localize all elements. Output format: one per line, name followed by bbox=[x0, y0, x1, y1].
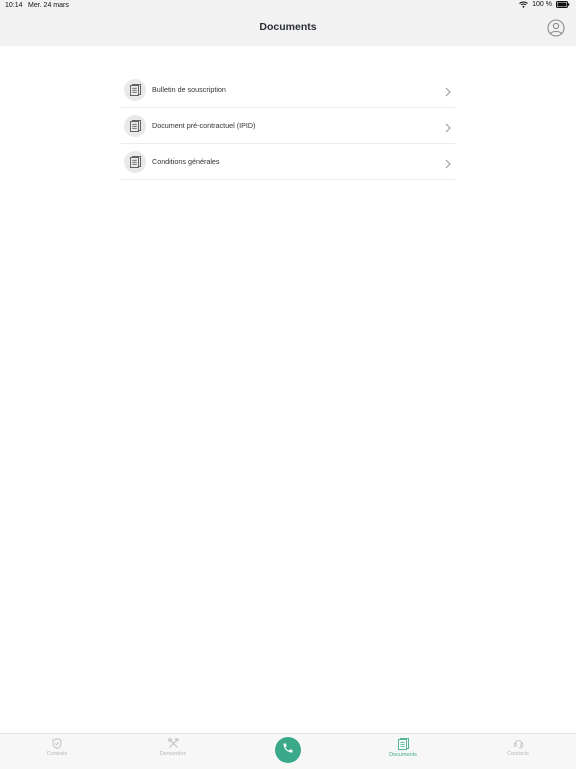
call-button[interactable] bbox=[275, 737, 301, 763]
document-icon bbox=[124, 114, 146, 137]
list-item-label: Bulletin de souscription bbox=[152, 85, 226, 94]
chevron-right-icon bbox=[445, 120, 451, 138]
tab-documents[interactable]: Documents bbox=[363, 738, 443, 758]
status-time: 10:14 bbox=[5, 2, 23, 9]
list-item[interactable]: Bulletin de souscription bbox=[121, 72, 455, 108]
tab-label: Documents bbox=[389, 752, 417, 758]
headset-icon bbox=[478, 738, 558, 749]
phone-icon bbox=[282, 741, 294, 759]
list-item-label: Document pré-contractuel (IPID) bbox=[152, 121, 256, 130]
tab-contrats[interactable]: Contrats bbox=[17, 738, 97, 757]
document-icon bbox=[124, 150, 146, 173]
tab-label: Demandes bbox=[159, 751, 187, 757]
document-icon bbox=[124, 78, 146, 101]
shield-icon bbox=[17, 738, 97, 749]
list-item-label: Conditions générales bbox=[152, 157, 220, 166]
profile-button[interactable] bbox=[547, 19, 565, 37]
document-icon bbox=[363, 738, 443, 750]
wifi-icon bbox=[519, 1, 528, 8]
chevron-right-icon bbox=[445, 156, 451, 174]
tab-label: Contrats bbox=[46, 751, 68, 757]
tab-demandes[interactable]: Demandes bbox=[133, 738, 213, 757]
user-icon bbox=[547, 19, 565, 41]
status-right: 100 % bbox=[519, 1, 570, 8]
page-title: Documents bbox=[259, 21, 317, 33]
list-item[interactable]: Document pré-contractuel (IPID) bbox=[121, 108, 455, 144]
list-item[interactable]: Conditions générales bbox=[121, 144, 455, 180]
navigation-bar: Documents bbox=[0, 12, 576, 46]
battery-percent: 100 % bbox=[532, 1, 552, 8]
tools-icon bbox=[133, 738, 213, 749]
tab-contacts[interactable]: Contacts bbox=[478, 738, 558, 757]
chevron-right-icon bbox=[445, 84, 451, 102]
status-date: Mer. 24 mars bbox=[28, 2, 69, 9]
battery-icon bbox=[556, 1, 570, 8]
status-bar: 10:14 Mer. 24 mars 100 % bbox=[0, 0, 576, 12]
tab-label: Contacts bbox=[507, 751, 529, 757]
documents-list: Bulletin de souscription Document pré-co… bbox=[121, 72, 455, 180]
